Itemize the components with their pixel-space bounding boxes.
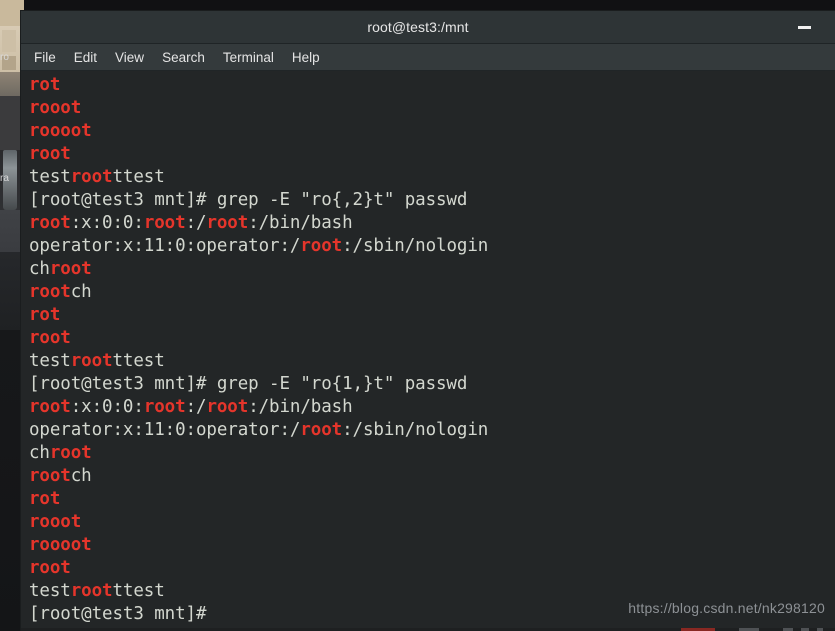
match-text: root	[29, 397, 71, 417]
plain-text: :/sbin/nologin	[342, 236, 489, 256]
match-text: roooot	[29, 535, 92, 555]
match-text: root	[206, 397, 249, 417]
terminal-output-area[interactable]: rot rooot roooot root testrootttest [root@tes…	[21, 71, 835, 631]
plain-text: ttest	[112, 351, 165, 371]
match-text: root	[70, 581, 113, 601]
terminal-line: operator:x:11:0:operator:/root:/sbin/nol…	[29, 235, 835, 258]
match-text: root	[300, 420, 343, 440]
plain-text: ch	[70, 466, 92, 486]
plain-text: :/	[185, 213, 207, 233]
plain-text: [root@test3 mnt]# grep -E "ro{1,}t" pass…	[29, 374, 468, 394]
plain-text: [root@test3 mnt]#	[29, 604, 207, 624]
match-text: root	[29, 144, 71, 164]
plain-text: test	[29, 581, 71, 601]
match-text: root	[49, 259, 92, 279]
match-text: rot	[29, 489, 61, 509]
terminal-line: testrootttest	[29, 350, 835, 373]
match-text: root	[70, 167, 113, 187]
terminal-line: rot	[29, 74, 835, 97]
match-text: root	[29, 558, 71, 578]
terminal-line: rooot	[29, 97, 835, 120]
plain-text: [root@test3 mnt]# grep -E "ro{,2}t" pass…	[29, 190, 468, 210]
terminal-line: rootch	[29, 281, 835, 304]
terminal-line: root	[29, 327, 835, 350]
window-title: root@test3:/mnt	[367, 19, 469, 35]
match-text: root	[29, 213, 71, 233]
terminal-line: root	[29, 143, 835, 166]
match-text: roooot	[29, 121, 92, 141]
match-text: root	[29, 328, 71, 348]
terminal-line: [root@test3 mnt]# grep -E "ro{1,}t" pass…	[29, 373, 835, 396]
plain-text: :/bin/bash	[248, 397, 353, 417]
match-text: root	[49, 443, 92, 463]
match-text: root	[206, 213, 249, 233]
terminal-line: testrootttest	[29, 580, 835, 603]
terminal-line: rot	[29, 488, 835, 511]
plain-text: ch	[70, 282, 92, 302]
terminal-line: roooot	[29, 120, 835, 143]
terminal-line: rot	[29, 304, 835, 327]
match-text: root	[143, 397, 186, 417]
terminal-line: root:x:0:0:root:/root:/bin/bash	[29, 396, 835, 419]
match-text: root	[29, 282, 71, 302]
plain-text: ttest	[112, 581, 165, 601]
match-text: root	[29, 466, 71, 486]
plain-text: :x:0:0:	[70, 213, 144, 233]
match-text: root	[70, 351, 113, 371]
minimize-button[interactable]	[791, 11, 817, 43]
terminal-window: root@test3:/mnt File Edit View Search Termin…	[21, 11, 835, 631]
plain-text: ch	[29, 259, 50, 279]
terminal-line: rooot	[29, 511, 835, 534]
plain-text: ch	[29, 443, 50, 463]
menu-bar: File Edit View Search Terminal Help	[21, 44, 835, 71]
minimize-icon	[797, 25, 811, 29]
terminal-line: root	[29, 557, 835, 580]
window-titlebar[interactable]: root@test3:/mnt	[21, 11, 835, 44]
terminal-line: roooot	[29, 534, 835, 557]
plain-text: :/bin/bash	[248, 213, 353, 233]
plain-text: operator:x:11:0:operator:/	[29, 420, 301, 440]
match-text: root	[300, 236, 343, 256]
terminal-line: rootch	[29, 465, 835, 488]
match-text: rooot	[29, 98, 82, 118]
terminal-line: [root@test3 mnt]#	[29, 603, 835, 626]
match-text: rot	[29, 305, 61, 325]
plain-text: test	[29, 167, 71, 187]
terminal-line: [root@test3 mnt]# grep -E "ro{,2}t" pass…	[29, 189, 835, 212]
terminal-lines: rot rooot roooot root testrootttest [root@tes…	[29, 74, 835, 626]
menu-item-help[interactable]: Help	[283, 47, 329, 68]
menu-item-view[interactable]: View	[106, 47, 153, 68]
terminal-line: operator:x:11:0:operator:/root:/sbin/nol…	[29, 419, 835, 442]
match-text: rooot	[29, 512, 82, 532]
plain-text: :/	[185, 397, 207, 417]
desktop-label-1: ro	[0, 52, 9, 63]
plain-text: ttest	[112, 167, 165, 187]
menu-item-search[interactable]: Search	[153, 47, 214, 68]
terminal-line: chroot	[29, 442, 835, 465]
terminal-line: testrootttest	[29, 166, 835, 189]
plain-text: test	[29, 351, 71, 371]
plain-text: :/sbin/nologin	[342, 420, 489, 440]
screenshot-root: ro ra root@test3:/mnt File Edit View Search…	[0, 0, 835, 631]
match-text: rot	[29, 75, 61, 95]
desktop-icon-a	[2, 30, 16, 52]
menu-item-file[interactable]: File	[25, 47, 65, 68]
terminal-line: root:x:0:0:root:/root:/bin/bash	[29, 212, 835, 235]
plain-text: operator:x:11:0:operator:/	[29, 236, 301, 256]
desktop-label-2: ra	[0, 173, 9, 184]
terminal-line: chroot	[29, 258, 835, 281]
menu-item-edit[interactable]: Edit	[65, 47, 106, 68]
menu-item-terminal[interactable]: Terminal	[214, 47, 283, 68]
plain-text: :x:0:0:	[70, 397, 144, 417]
match-text: root	[143, 213, 186, 233]
